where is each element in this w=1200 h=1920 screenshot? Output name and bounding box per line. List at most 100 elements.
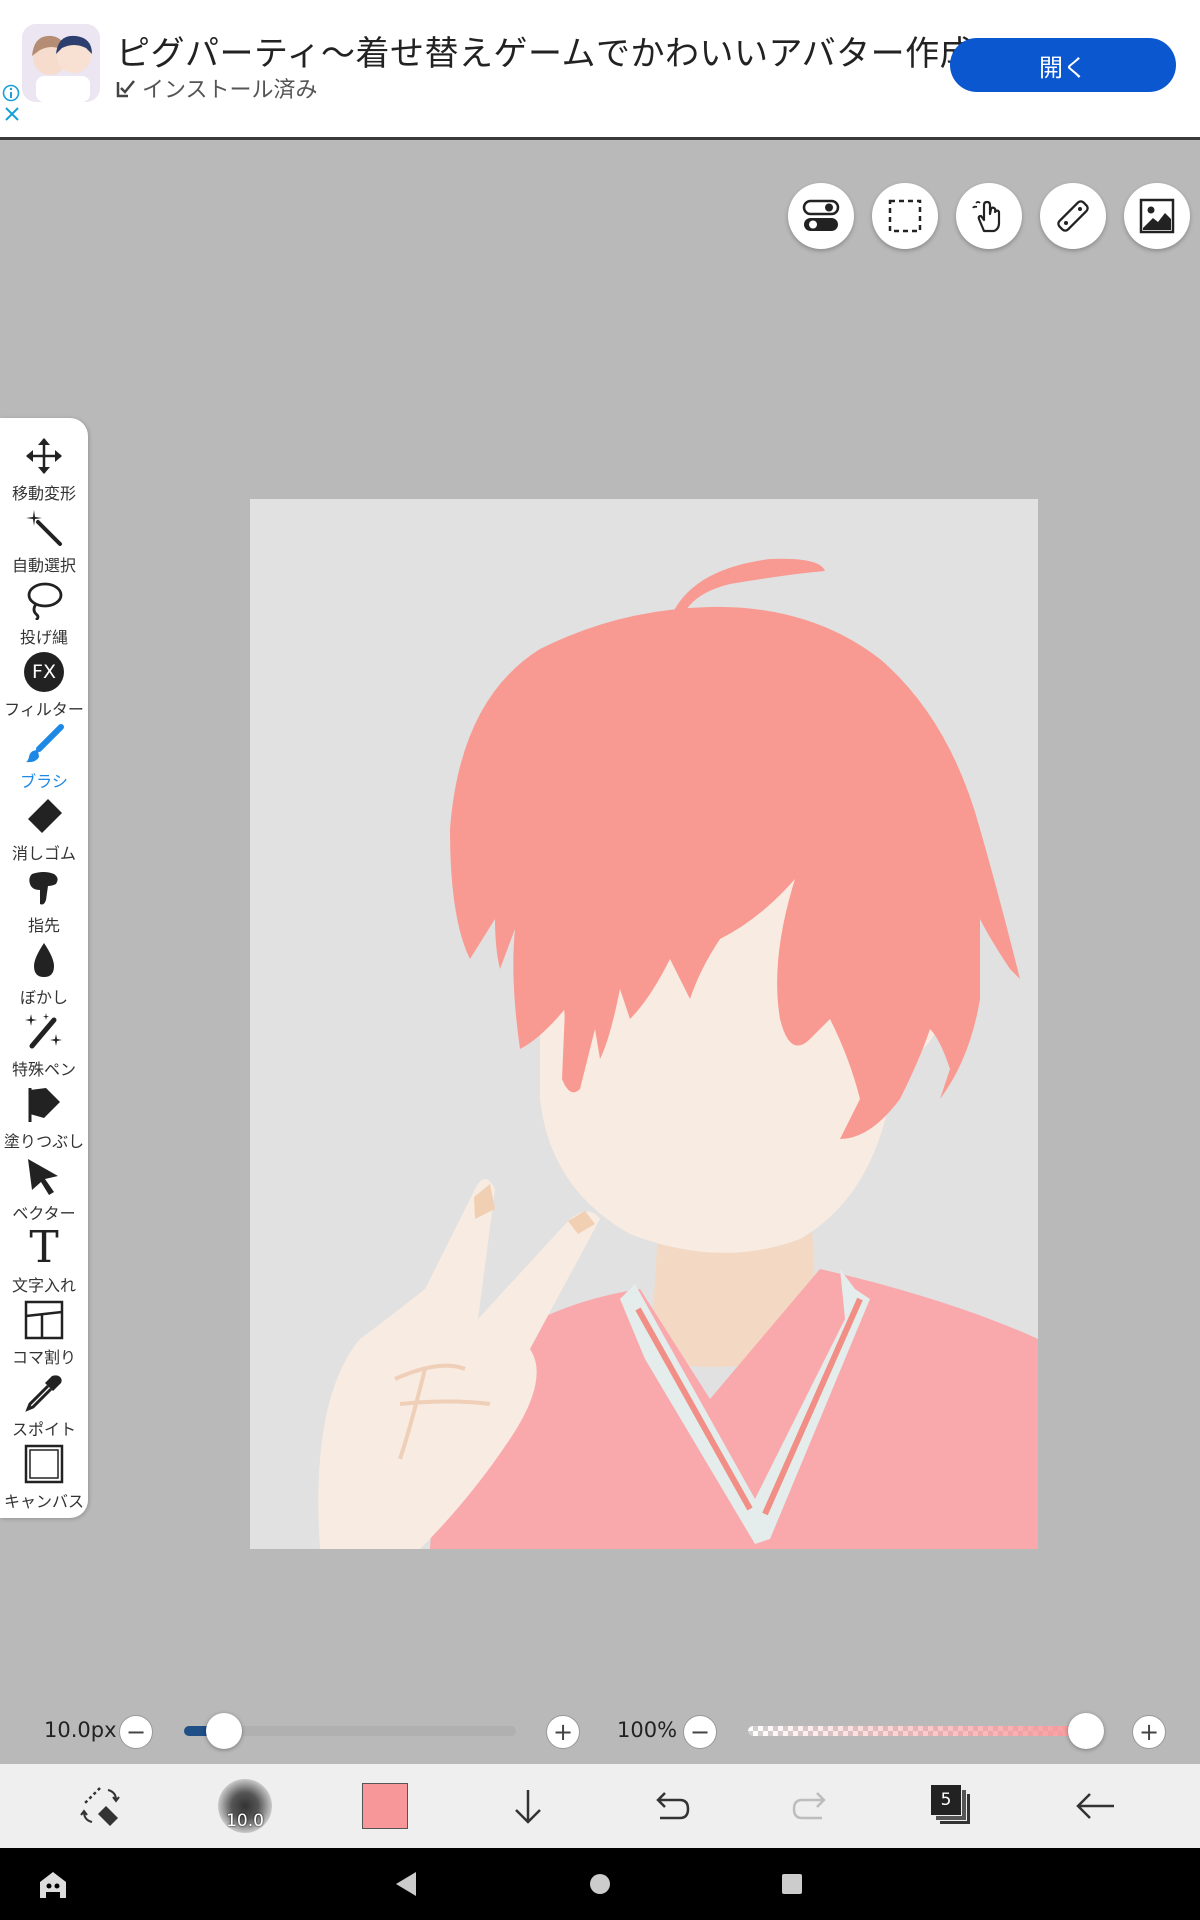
brush-size-slider-handle[interactable] (205, 1713, 242, 1749)
save-down-button[interactable] (488, 1764, 568, 1848)
nav-back-icon[interactable] (394, 1870, 418, 1898)
text-icon: T (29, 1222, 59, 1273)
ruler-button[interactable] (1040, 183, 1106, 249)
hand-icon (972, 200, 1001, 233)
tool-label: 移動変形 (11, 484, 76, 503)
system-navigation-bar (0, 1848, 1200, 1920)
eraser-icon (28, 799, 62, 833)
tool-filter[interactable]: FX フィルター (0, 650, 88, 722)
brush-size-decrease-button[interactable]: − (119, 1715, 153, 1749)
tool-lasso[interactable]: 投げ縄 (0, 578, 88, 650)
brush-eraser-swap-icon (80, 1787, 120, 1826)
canvas-artwork (250, 499, 1038, 1549)
selection-button[interactable] (872, 183, 938, 249)
fill-icon (28, 1088, 60, 1122)
ad-install-status: インストール済み (116, 72, 318, 104)
brush-size-increase-button[interactable]: + (546, 1715, 580, 1749)
tool-label: 消しゴム (11, 844, 76, 863)
layers-button[interactable]: 5 (912, 1764, 992, 1848)
nav-recents-icon[interactable] (780, 1872, 804, 1896)
tool-label: 指先 (27, 916, 60, 935)
opacity-slider-handle[interactable] (1068, 1713, 1104, 1749)
tool-label: フィルター (4, 700, 84, 719)
tool-frame-divider[interactable]: コマ割り (0, 1298, 88, 1370)
tool-special-pen[interactable]: 特殊ペン (0, 1010, 88, 1082)
undo-icon (656, 1792, 690, 1820)
ad-close-icon[interactable] (4, 106, 20, 122)
fx-icon: FX (24, 652, 64, 692)
selection-icon (888, 199, 922, 233)
tool-brush[interactable]: ブラシ (0, 722, 88, 794)
ad-title[interactable]: ピグパーティ〜着せ替えゲームでかわいいアバター作成 (116, 26, 974, 75)
color-picker-button[interactable] (345, 1764, 425, 1848)
tool-label: キャンバス (3, 1492, 84, 1511)
opacity-decrease-button[interactable]: − (683, 1715, 717, 1749)
tool-eyedropper[interactable]: スポイト (0, 1370, 88, 1442)
redo-button[interactable] (772, 1764, 852, 1848)
layers-count: 5 (930, 1784, 962, 1816)
redo-icon (792, 1792, 826, 1820)
tool-label: コマ割り (11, 1348, 76, 1367)
lasso-icon (27, 582, 63, 620)
vector-icon (28, 1159, 58, 1195)
ruler-icon (1057, 200, 1089, 232)
tool-label: ブラシ (20, 772, 68, 791)
installed-icon (116, 80, 135, 98)
image-icon (1139, 198, 1175, 234)
ad-banner[interactable]: ピグパーティ〜着せ替えゲームでかわいいアバター作成 インストール済み 開く (0, 0, 1200, 140)
layers-icon: 5 (930, 1784, 974, 1828)
back-button[interactable] (1056, 1764, 1136, 1848)
tool-label: スポイト (11, 1420, 76, 1439)
tool-vector[interactable]: ベクター (0, 1154, 88, 1226)
undo-button[interactable] (630, 1764, 710, 1848)
move-icon (26, 438, 62, 474)
ad-installed-label: インストール済み (142, 78, 318, 103)
canvas-icon (24, 1444, 64, 1484)
eyedropper-icon (25, 1375, 62, 1412)
arrow-left-icon (1076, 1793, 1114, 1819)
toggle-icon (802, 199, 840, 231)
hand-button[interactable] (956, 183, 1022, 249)
ad-open-button[interactable]: 開く (950, 38, 1176, 92)
opacity-slider[interactable] (748, 1726, 1098, 1736)
tool-text[interactable]: T 文字入れ (0, 1226, 88, 1298)
brush-preview-button[interactable]: 10.0 (205, 1764, 285, 1848)
ad-app-icon[interactable] (22, 24, 100, 102)
tool-label: 特殊ペン (11, 1060, 76, 1079)
tool-label: 投げ縄 (19, 628, 68, 647)
ad-info-icon[interactable] (2, 84, 20, 102)
frame-icon (24, 1300, 64, 1340)
tool-label: 自動選択 (11, 556, 76, 575)
tool-palette: 移動変形 自動選択 投げ縄 FX フィルター ブラシ 消しゴム 指先 ぼかし 特… (0, 418, 88, 1518)
opacity-value: 100% (617, 1718, 678, 1742)
brush-icon (26, 724, 64, 763)
swap-tool-button[interactable] (60, 1764, 140, 1848)
tool-fill[interactable]: 塗りつぶし (0, 1082, 88, 1154)
toggle-settings-button[interactable] (788, 183, 854, 249)
tool-label: 文字入れ (11, 1276, 76, 1295)
tool-eraser[interactable]: 消しゴム (0, 794, 88, 866)
finger-icon (29, 872, 58, 905)
brush-preview: 10.0 (218, 1779, 272, 1833)
tool-label: ぼかし (19, 988, 68, 1007)
nav-home-icon[interactable] (588, 1872, 612, 1896)
tool-label: 塗りつぶし (3, 1132, 85, 1151)
magic-wand-icon (26, 510, 62, 546)
opacity-increase-button[interactable]: + (1132, 1715, 1166, 1749)
tool-label: ベクター (12, 1204, 76, 1223)
tool-auto-select[interactable]: 自動選択 (0, 506, 88, 578)
special-pen-icon (25, 1013, 62, 1049)
bottom-toolbar: 10.0 5 (0, 1764, 1200, 1848)
blur-icon (34, 943, 54, 977)
tool-move-transform[interactable]: 移動変形 (0, 434, 88, 506)
arrow-down-icon (515, 1790, 541, 1824)
reference-image-button[interactable] (1124, 183, 1190, 249)
brush-preview-value: 10.0 (226, 1811, 264, 1831)
accessibility-icon[interactable] (36, 1868, 70, 1902)
tool-finger[interactable]: 指先 (0, 866, 88, 938)
drawing-canvas[interactable] (250, 499, 1038, 1549)
tool-blur[interactable]: ぼかし (0, 938, 88, 1010)
tool-canvas[interactable]: キャンバス (0, 1442, 88, 1514)
brush-size-value: 10.0px (44, 1718, 117, 1742)
current-color-swatch (362, 1783, 408, 1829)
